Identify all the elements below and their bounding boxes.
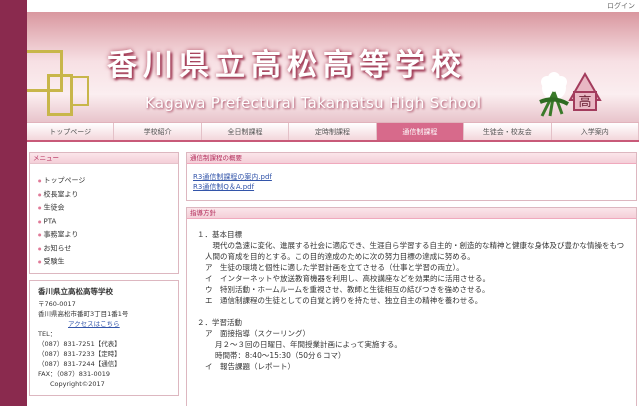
side-menu-item-applicants[interactable]: 受験生 [38,255,170,269]
overview-title: 通信制課程の概要 [187,153,636,164]
site-title: 香川県立高松高等学校 [107,48,467,83]
page: ログイン 香川県立高松高等学校 Kagawa Prefectural Takam… [27,0,639,406]
svg-text:高: 高 [578,94,591,110]
copyright: Copyright©2017 [50,379,105,388]
tel-main: （087）831-7251【代表】 [38,339,121,348]
nav-item-about[interactable]: 学校紹介 [114,123,202,140]
nav-item-fulltime[interactable]: 全日制課程 [202,123,290,140]
activity-report: イ 報告課題（レポート） [205,362,295,371]
side-menu-item-pta[interactable]: PTA [38,215,170,229]
sidebar: メニュー トップページ 校長室より 生徒会 PTA 事務室より お知らせ 受験生… [29,152,179,402]
school-info: 香川県立高松高等学校 〒760-0017 香川県高松市番町3丁目1番1号 アクセ… [30,281,178,395]
nav-item-admission[interactable]: 入学案内 [552,123,639,140]
login-link[interactable]: ログイン [607,2,635,10]
tel-parttime: （087）831-7233【定時】 [38,349,121,358]
school-emblem-icon: 高 [539,71,602,117]
side-menu-item-office[interactable]: 事務室より [38,228,170,242]
policy-title: 指導方針 [187,208,636,219]
pdf-link-guide[interactable]: R3通信制課程の案内.pdf [193,172,630,182]
goal-item-a: ア 生徒の環境と個性に適した学習計画を立てさせる（仕事と学習の両立）。 [205,263,464,272]
goal-item-i: イ インターネットや放送教育機器を利用し、高校講座などを効果的に活用させる。 [205,274,490,283]
access-link[interactable]: アクセスはこちら [38,319,170,329]
side-menu: トップページ 校長室より 生徒会 PTA 事務室より お知らせ 受験生 [30,164,178,273]
section-heading-activities: ２．学習活動 [197,318,242,327]
menu-title: メニュー [30,153,178,164]
section-heading-goals: １．基本目標 [197,230,242,239]
decoration-frame-2 [47,74,73,116]
nav-item-top[interactable]: トップページ [27,123,115,140]
topbar: ログイン [27,0,639,12]
postal-code: 〒760-0017 [38,299,76,308]
main-content: 通信制課程の概要 R3通信制課程の案内.pdf R3通信制Q＆A.pdf 指導方… [186,152,637,406]
nav-item-student-council[interactable]: 生徒会・校友会 [464,123,552,140]
side-menu-item-top[interactable]: トップページ [38,174,170,188]
site-subtitle: Kagawa Prefectural Takamatsu High School [145,94,482,112]
goal-item-u: ウ 特別活動・ホームルームを重視させ、教師と生徒相互の結びつきを強めさせる。 [205,285,490,294]
pdf-link-qa[interactable]: R3通信制Q＆A.pdf [193,182,630,192]
overview-box: 通信制課程の概要 R3通信制課程の案内.pdf R3通信制Q＆A.pdf [186,152,637,201]
nav-item-correspondence[interactable]: 通信制課程 [376,123,465,140]
policy-content: １．基本目標 現代の急速に変化、進展する社会に適応でき、生涯自ら学習する自主的・… [187,219,636,372]
activity-schooling: ア 面接指導（スクーリング） [205,329,310,338]
fax: FAX：（087）831-0019 [38,369,110,378]
goal-item-e: エ 通信制課程の生徒としての自覚と誇りを持たせ、独立自主の精神を養わせる。 [205,296,483,305]
side-menu-item-principal[interactable]: 校長室より [38,188,170,202]
tel-label: TEL： [38,329,57,338]
site-header: 香川県立高松高等学校 Kagawa Prefectural Takamatsu … [27,12,639,122]
decoration-frame-3 [71,76,89,106]
activity-schooling-time: 時間帯：8:40～15:30（50分６コマ） [215,351,346,360]
activity-schooling-detail: 月２～３回の日曜日、年間授業計画によって実施する。 [215,340,402,349]
address: 香川県高松市番町3丁目1番1号 [38,309,129,318]
tel-correspondence: （087）831-7244【通信】 [38,359,121,368]
policy-box: 指導方針 １．基本目標 現代の急速に変化、進展する社会に適応でき、生涯自ら学習す… [186,207,637,406]
menu-box: メニュー トップページ 校長室より 生徒会 PTA 事務室より お知らせ 受験生 [29,152,179,274]
school-info-box: 香川県立高松高等学校 〒760-0017 香川県高松市番町3丁目1番1号 アクセ… [29,279,179,396]
nav-item-parttime[interactable]: 定時制課程 [289,123,377,140]
goals-paragraph: 現代の急速に変化、進展する社会に適応でき、生涯自ら学習する自主的・創造的な精神と… [205,241,625,261]
side-menu-item-student-council[interactable]: 生徒会 [38,201,170,215]
main-nav: トップページ 学校紹介 全日制課程 定時制課程 通信制課程 生徒会・校友会 入学… [27,122,639,142]
side-menu-item-news[interactable]: お知らせ [38,242,170,256]
document-links: R3通信制課程の案内.pdf R3通信制Q＆A.pdf [187,164,636,200]
school-name: 香川県立高松高等学校 [38,286,113,296]
